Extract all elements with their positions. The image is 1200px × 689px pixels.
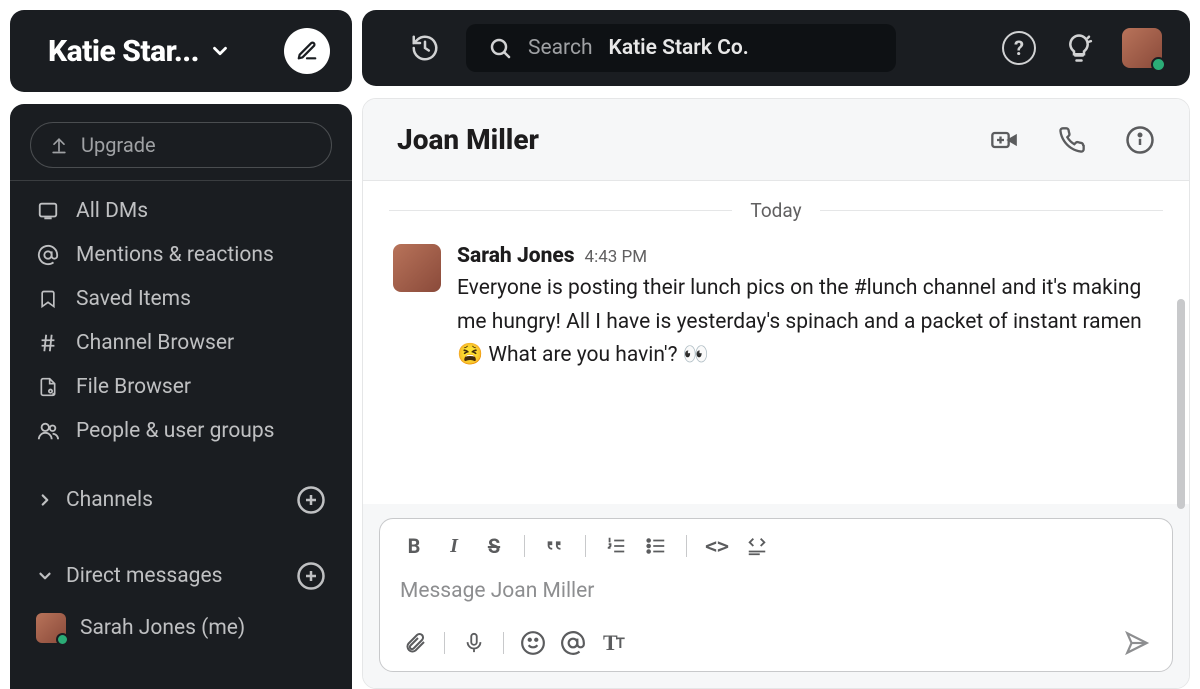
audio-button[interactable] (457, 627, 491, 659)
avatar[interactable] (393, 244, 441, 292)
formatting-toggle[interactable]: TT (596, 627, 630, 659)
start-call-button[interactable] (1057, 125, 1087, 155)
bullet-list-button[interactable] (640, 531, 672, 561)
user-menu[interactable] (1122, 28, 1162, 68)
nav-label: All DMs (76, 199, 148, 223)
section-channels[interactable]: Channels (18, 475, 344, 525)
strike-button[interactable]: S (478, 531, 510, 561)
date-label: Today (750, 199, 801, 222)
start-video-button[interactable] (989, 125, 1019, 155)
workspace-name: Katie Star... (48, 34, 199, 69)
nav-saved[interactable]: Saved Items (18, 277, 344, 321)
help-button[interactable]: ? (1002, 31, 1036, 65)
sidebar: Katie Star... Upgrade All DMs (0, 0, 362, 689)
nav-label: File Browser (76, 375, 191, 399)
channel-browser-icon (36, 331, 60, 355)
all-dms-icon (36, 199, 60, 223)
upgrade-button[interactable]: Upgrade (30, 122, 332, 168)
nav-all-dms[interactable]: All DMs (18, 189, 344, 233)
nav-people[interactable]: People & user groups (18, 409, 344, 453)
add-dm-button[interactable] (296, 561, 326, 591)
at-icon (560, 630, 586, 656)
attach-button[interactable] (398, 627, 432, 659)
code-button[interactable]: <> (701, 531, 733, 561)
mentions-icon (36, 243, 60, 267)
dm-name: Sarah Jones (me) (80, 616, 245, 640)
search-prefix: Search (528, 36, 593, 60)
file-browser-icon (36, 375, 60, 399)
bold-button[interactable]: B (398, 531, 430, 561)
history-button[interactable] (410, 33, 440, 63)
people-icon (36, 419, 60, 443)
format-toolbar: B I S <> (380, 519, 1172, 565)
upgrade-label: Upgrade (81, 133, 156, 157)
chevron-right-icon (36, 491, 54, 509)
nav-label: Channel Browser (76, 331, 234, 355)
info-button[interactable] (1125, 125, 1155, 155)
lightbulb-icon (1064, 33, 1094, 63)
search-icon (488, 36, 512, 60)
emoji-button[interactable] (516, 627, 550, 659)
section-label: Channels (66, 488, 153, 512)
section-label: Direct messages (66, 564, 222, 588)
chevron-down-icon (209, 40, 231, 62)
scrollbar[interactable] (1177, 299, 1185, 529)
sidebar-body: Upgrade All DMs Mentions & reactions (10, 104, 352, 689)
plus-circle-icon (296, 561, 326, 591)
pencil-icon (296, 40, 318, 62)
chevron-down-icon (36, 567, 54, 585)
avatar (36, 613, 66, 643)
microphone-icon (463, 630, 485, 656)
code-block-button[interactable] (741, 531, 773, 561)
history-icon (410, 33, 440, 63)
main: Search Katie Stark Co. ? Joan Miller (362, 0, 1200, 689)
bookmark-icon (36, 287, 60, 311)
message-composer: B I S <> (379, 518, 1173, 672)
section-dms[interactable]: Direct messages (18, 551, 344, 601)
plus-circle-icon (296, 485, 326, 515)
message-author[interactable]: Sarah Jones (457, 244, 575, 268)
conversation-pane: Joan Miller Today Sarah (362, 98, 1190, 689)
nav-label: Saved Items (76, 287, 191, 311)
conversation-header: Joan Miller (363, 99, 1189, 181)
nav-label: People & user groups (76, 419, 275, 443)
top-bar: Search Katie Stark Co. ? (362, 10, 1190, 86)
nav-label: Mentions & reactions (76, 243, 274, 267)
message-text: Everyone is posting their lunch pics on … (457, 272, 1159, 373)
conversation-title[interactable]: Joan Miller (397, 123, 539, 156)
add-channel-button[interactable] (296, 485, 326, 515)
phone-icon (1058, 126, 1086, 154)
bullet-list-icon (645, 535, 667, 557)
workspace-switcher[interactable]: Katie Star... (10, 10, 352, 92)
dm-item-self[interactable]: Sarah Jones (me) (18, 605, 344, 651)
code-block-icon (745, 535, 769, 557)
nav-channel-browser[interactable]: Channel Browser (18, 321, 344, 365)
presence-active-icon (1151, 57, 1166, 72)
video-plus-icon (989, 126, 1019, 154)
send-button[interactable] (1120, 627, 1154, 659)
quote-button[interactable] (539, 531, 571, 561)
search-input[interactable]: Search Katie Stark Co. (466, 24, 896, 72)
message: Sarah Jones 4:43 PM Everyone is posting … (363, 228, 1189, 379)
info-icon (1125, 125, 1155, 155)
ordered-list-button[interactable] (600, 531, 632, 561)
compose-button[interactable] (284, 28, 330, 74)
send-icon (1123, 630, 1151, 656)
paperclip-icon (403, 630, 427, 656)
message-time: 4:43 PM (585, 247, 648, 267)
mention-button[interactable] (556, 627, 590, 659)
upload-icon (49, 135, 69, 155)
presence-active-icon (56, 633, 69, 646)
ordered-list-icon (605, 535, 627, 557)
quote-icon (544, 535, 566, 557)
message-input[interactable]: Message Joan Miller (380, 565, 1172, 619)
italic-button[interactable]: I (438, 531, 470, 561)
date-divider: Today (363, 181, 1189, 228)
nav-file-browser[interactable]: File Browser (18, 365, 344, 409)
nav-mentions[interactable]: Mentions & reactions (18, 233, 344, 277)
hints-button[interactable] (1062, 31, 1096, 65)
search-workspace: Katie Stark Co. (609, 36, 749, 60)
emoji-icon (520, 630, 546, 656)
